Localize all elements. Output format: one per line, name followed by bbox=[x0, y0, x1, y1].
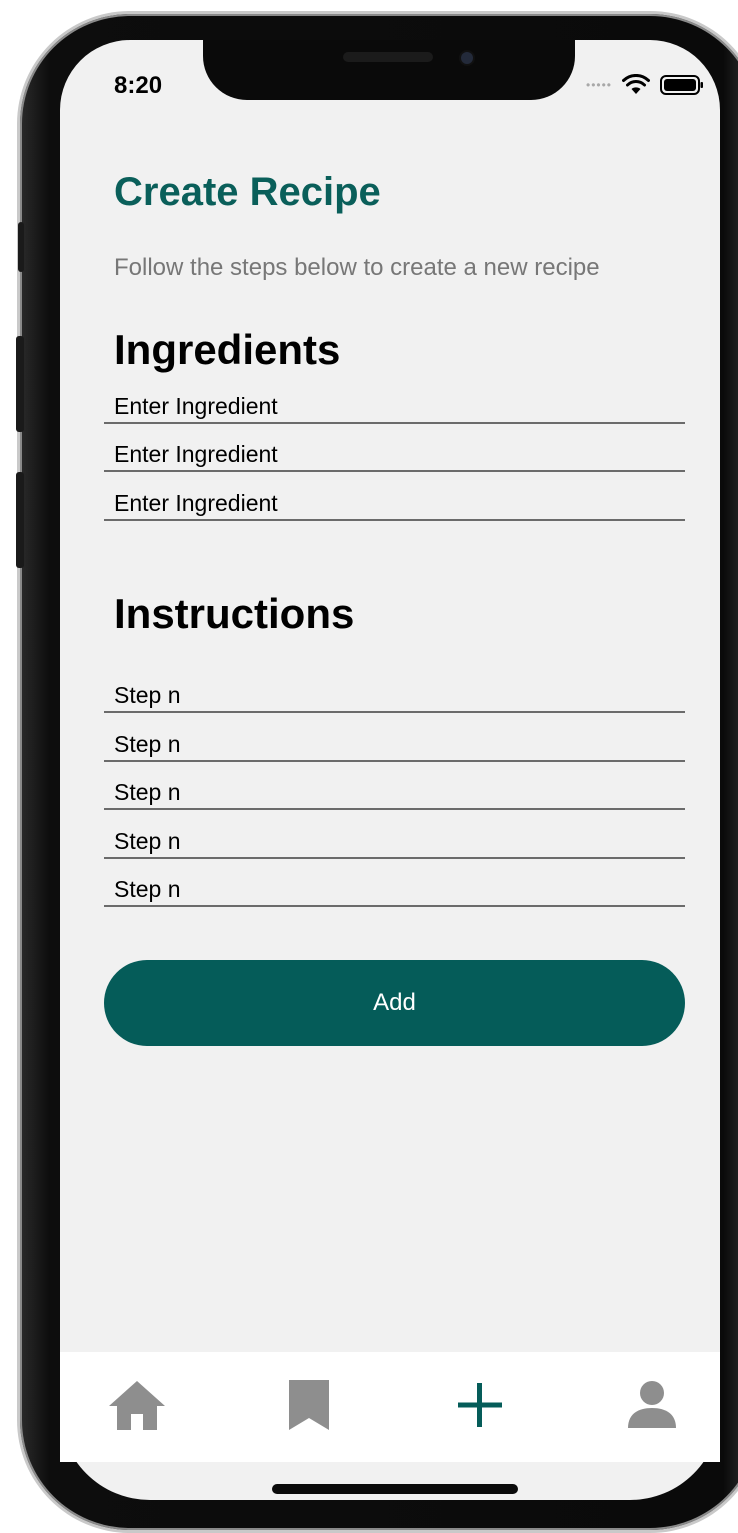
notch bbox=[203, 40, 575, 100]
volume-up-button bbox=[16, 336, 24, 432]
signal-dots-icon: ••••• bbox=[586, 78, 613, 92]
step-field-1 bbox=[104, 667, 685, 713]
step-field-4 bbox=[104, 813, 685, 859]
status-time: 8:20 bbox=[114, 72, 163, 99]
tab-bookmarks[interactable] bbox=[274, 1370, 344, 1440]
step-input-5[interactable] bbox=[114, 876, 674, 903]
wifi-icon bbox=[622, 74, 651, 94]
add-button[interactable]: Add bbox=[104, 960, 685, 1046]
ingredient-field-1 bbox=[104, 378, 685, 424]
step-input-3[interactable] bbox=[114, 779, 674, 806]
tab-bar bbox=[60, 1352, 720, 1462]
ingredient-input-2[interactable] bbox=[114, 441, 674, 468]
mute-switch bbox=[18, 222, 24, 272]
step-field-5 bbox=[104, 861, 685, 907]
earpiece-speaker bbox=[343, 52, 433, 62]
bookmark-icon bbox=[289, 1380, 329, 1430]
step-field-2 bbox=[104, 716, 685, 762]
instructions-heading: Instructions bbox=[114, 590, 355, 637]
home-indicator bbox=[272, 1484, 518, 1494]
page-title: Create Recipe bbox=[114, 170, 381, 214]
ingredient-field-2 bbox=[104, 426, 685, 472]
plus-icon bbox=[458, 1383, 502, 1427]
ingredient-input-1[interactable] bbox=[114, 393, 674, 420]
step-field-3 bbox=[104, 764, 685, 810]
battery-icon bbox=[660, 75, 704, 95]
volume-down-button bbox=[16, 472, 24, 568]
ingredient-field-3 bbox=[104, 475, 685, 521]
tab-profile[interactable] bbox=[617, 1370, 687, 1440]
tab-create[interactable] bbox=[445, 1370, 515, 1440]
tab-home[interactable] bbox=[102, 1370, 172, 1440]
step-input-2[interactable] bbox=[114, 731, 674, 758]
ingredient-input-3[interactable] bbox=[114, 490, 674, 517]
page-subtitle: Follow the steps below to create a new r… bbox=[114, 254, 600, 281]
profile-icon bbox=[628, 1381, 676, 1428]
step-input-1[interactable] bbox=[114, 682, 674, 709]
status-icons: ••••• bbox=[586, 74, 704, 96]
step-input-4[interactable] bbox=[114, 828, 674, 855]
ingredients-heading: Ingredients bbox=[114, 326, 341, 373]
home-icon bbox=[109, 1381, 165, 1430]
front-camera bbox=[461, 52, 473, 64]
